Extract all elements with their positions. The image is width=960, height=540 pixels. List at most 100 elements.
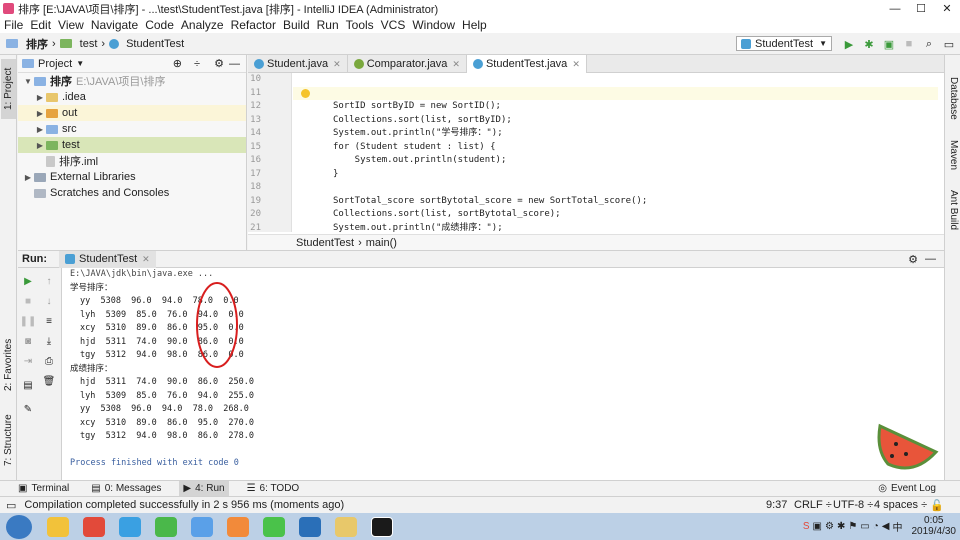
menu-build[interactable]: Build — [283, 18, 310, 32]
rerun-icon[interactable]: ▶ — [21, 274, 35, 288]
print-icon[interactable]: ⎙ — [42, 354, 56, 368]
menu-vcs[interactable]: VCS — [381, 18, 406, 32]
gear-icon[interactable]: ⚙ — [214, 57, 224, 70]
taskbar-app-icon[interactable] — [263, 516, 285, 537]
clock[interactable]: 0:05 2019/4/30 — [912, 515, 957, 537]
stop-icon[interactable]: ■ — [902, 37, 916, 51]
start-button[interactable] — [6, 514, 32, 539]
taskbar-app-icon[interactable] — [227, 516, 249, 537]
taskbar-app-icon[interactable] — [299, 516, 321, 537]
trash-icon[interactable]: 🗑 — [42, 374, 56, 388]
menu-tools[interactable]: Tools — [346, 18, 374, 32]
close-icon[interactable]: ✕ — [452, 59, 460, 70]
chevron-right-icon[interactable]: ▶ — [34, 109, 46, 118]
lock-icon[interactable]: 🔓 — [930, 499, 944, 512]
tab-database[interactable]: Database — [946, 73, 960, 123]
chevron-right-icon[interactable]: ▶ — [34, 93, 46, 102]
coverage-icon[interactable]: ▣ — [882, 37, 896, 51]
tab-structure[interactable]: 7: Structure — [1, 410, 16, 470]
hide-icon[interactable]: — — [229, 58, 240, 70]
taskbar-app-icon[interactable] — [47, 516, 69, 537]
chevron-right-icon[interactable]: ▶ — [34, 125, 46, 134]
breadcrumb-class[interactable]: StudentTest — [126, 38, 184, 50]
tree-item-src[interactable]: ▶ src — [18, 121, 246, 137]
tab-todo[interactable]: ☰ 6: TODO — [243, 481, 304, 497]
menu-navigate[interactable]: Navigate — [91, 18, 138, 32]
volume-icon[interactable]: ◀ — [882, 521, 890, 532]
tab-ant-build[interactable]: Ant Build — [946, 185, 960, 235]
debug-icon[interactable]: ✱ — [862, 37, 876, 51]
menu-code[interactable]: Code — [145, 18, 174, 32]
tree-item-root[interactable]: ▼ 排序 E:\JAVA\项目\排序 — [18, 73, 246, 89]
tab-studenttest-java[interactable]: StudentTest.java ✕ — [466, 55, 587, 73]
tab-student-java[interactable]: Student.java ✕ — [248, 55, 348, 73]
tree-item-scratches[interactable]: Scratches and Consoles — [18, 185, 246, 201]
layout-icon[interactable]: ▤ — [21, 378, 35, 392]
menu-window[interactable]: Window — [412, 18, 455, 32]
run-icon[interactable]: ▶ — [842, 37, 856, 51]
tree-item-external-libraries[interactable]: ▶ External Libraries — [18, 169, 246, 185]
breadcrumb-test[interactable]: test — [80, 38, 98, 50]
menu-run[interactable]: Run — [317, 18, 339, 32]
tab-project[interactable]: 1: Project — [1, 59, 16, 119]
tab-maven[interactable]: Maven — [946, 135, 960, 175]
close-icon[interactable]: ✕ — [142, 254, 150, 265]
file-encoding[interactable]: UTF-8 ÷ — [833, 499, 873, 511]
hide-icon[interactable]: — — [925, 253, 936, 265]
tab-favorites[interactable]: 2: Favorites — [1, 335, 16, 395]
tray-icon[interactable]: ⚙ — [825, 521, 834, 532]
ime-icon[interactable]: 中 — [893, 519, 903, 534]
chevron-right-icon[interactable]: ▶ — [22, 173, 34, 182]
battery-icon[interactable]: ▭ — [860, 521, 869, 532]
tree-item-out[interactable]: ▶ out — [18, 105, 246, 121]
tree-item-idea[interactable]: ▶ .idea — [18, 89, 246, 105]
tab-run[interactable]: ▶ 4: Run — [179, 480, 229, 497]
menu-help[interactable]: Help — [462, 18, 487, 32]
tray-icon[interactable]: ⚑ — [848, 521, 857, 532]
breadcrumb-method[interactable]: main() — [366, 237, 397, 249]
indent-setting[interactable]: 4 spaces ÷ — [874, 499, 927, 511]
tree-item-iml[interactable]: 排序.iml — [18, 153, 246, 169]
search-icon[interactable]: ⌕ — [922, 37, 936, 51]
camera-icon[interactable]: ◙ — [21, 334, 35, 348]
breadcrumb-project[interactable]: 排序 — [26, 36, 48, 52]
tab-messages[interactable]: ▤ 0: Messages — [87, 481, 165, 497]
tab-terminal[interactable]: ▣ Terminal — [14, 481, 73, 497]
taskbar-app-icon[interactable] — [83, 516, 105, 537]
window-icon[interactable]: ▭ — [942, 37, 956, 51]
menu-file[interactable]: File — [4, 18, 23, 32]
tray-icon[interactable]: S — [803, 521, 810, 532]
taskbar-app-icon[interactable] — [191, 516, 213, 537]
run-tab[interactable]: StudentTest ✕ — [59, 250, 156, 268]
line-separator[interactable]: CRLF ÷ — [794, 499, 832, 511]
chevron-down-icon[interactable]: ▼ — [22, 77, 34, 86]
tree-item-test[interactable]: ▶ test — [18, 137, 246, 153]
console-output[interactable]: E:\JAVA\jdk\bin\java.exe ... 学号排序： yy 53… — [62, 268, 944, 480]
locate-icon[interactable]: ⊕ — [173, 57, 182, 70]
chevron-down-icon[interactable]: ▼ — [76, 59, 84, 68]
maximize-button[interactable]: ☐ — [908, 0, 934, 17]
pause-icon[interactable]: ❚❚ — [20, 314, 37, 328]
down-arrow-icon[interactable]: ↓ — [42, 294, 56, 308]
close-icon[interactable]: ✕ — [333, 59, 341, 70]
stop-icon[interactable]: ■ — [21, 294, 35, 308]
taskbar-app-icon[interactable] — [119, 516, 141, 537]
taskbar-app-icon[interactable] — [371, 516, 393, 537]
exit-icon[interactable]: ⇥ — [21, 354, 35, 368]
run-config-select[interactable]: StudentTest ▼ — [735, 36, 832, 51]
chevron-right-icon[interactable]: ▶ — [34, 141, 46, 150]
tray-icon[interactable]: ▣ — [813, 521, 822, 532]
soft-wrap-icon[interactable]: ≡ — [42, 314, 56, 328]
taskbar-app-icon[interactable] — [335, 516, 357, 537]
menu-edit[interactable]: Edit — [30, 18, 51, 32]
network-icon[interactable]: ◔ — [873, 521, 879, 532]
breadcrumb-class[interactable]: StudentTest — [296, 237, 354, 249]
scroll-end-icon[interactable]: ⤓ — [42, 334, 56, 348]
collapse-icon[interactable]: ÷ — [194, 58, 200, 70]
cursor-position[interactable]: 9:37 — [766, 499, 787, 511]
project-view-select[interactable]: Project — [38, 58, 72, 70]
menu-view[interactable]: View — [58, 18, 84, 32]
status-icon[interactable]: ▭ — [6, 499, 16, 512]
close-icon[interactable]: ✕ — [572, 59, 580, 70]
bluetooth-icon[interactable]: ✱ — [837, 521, 845, 532]
